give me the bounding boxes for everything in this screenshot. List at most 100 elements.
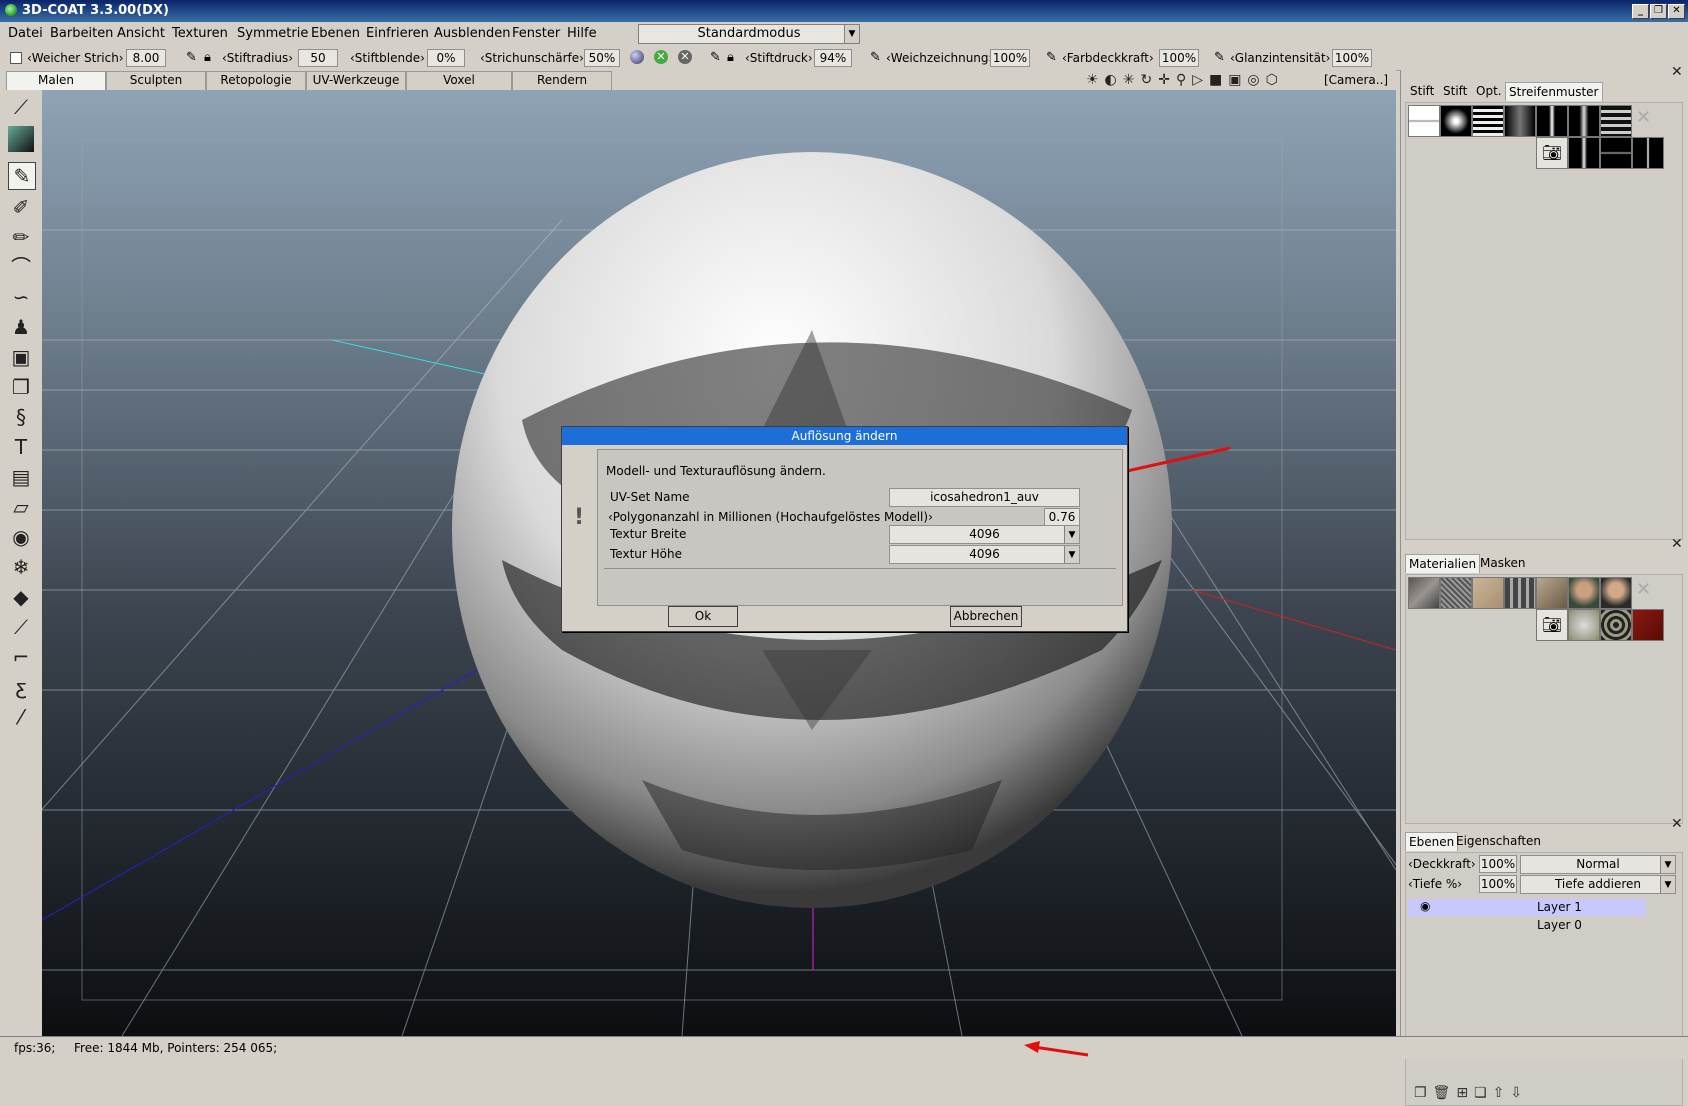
close-button[interactable]: ✕ [1668,4,1685,19]
blend-mode-select[interactable]: Normal ▼ [1520,855,1676,874]
material-thumb[interactable] [1568,577,1600,609]
transform-icon[interactable]: ▣ [8,344,34,370]
fill-icon[interactable]: ▤ [8,464,34,490]
ruler-icon[interactable]: ◆ [8,584,34,610]
menu-hilfe[interactable]: Hilfe [567,26,597,41]
pattern-thumb[interactable] [1600,105,1632,137]
tab-voxel[interactable]: Voxel [406,71,512,91]
menu-ausblenden[interactable]: Ausblenden [434,26,511,41]
view-tools-icons[interactable]: ☀◐✳↻✛⚲▷■▣◎⬡ [1086,72,1284,88]
menu-datei[interactable]: Datei [8,26,43,41]
menu-barbeiten[interactable]: Barbeiten [50,26,113,41]
stroke-sharpness-value[interactable]: 50% [584,49,620,67]
pattern-thumb[interactable] [1408,105,1440,137]
soft-stroke-checkbox[interactable] [10,52,22,64]
lock-icon[interactable]: 🔒︎ [727,50,741,65]
tab-eigenschaften[interactable]: Eigenschaften [1453,832,1544,850]
pattern-thumb[interactable] [1440,105,1472,137]
text-icon[interactable]: T [8,434,34,460]
layer-opacity-value[interactable]: 100% [1479,855,1517,873]
material-thumb[interactable] [1536,577,1568,609]
gray-x-icon[interactable]: ✕ [678,50,692,64]
mode-select[interactable]: Standardmodus ▼ [638,24,860,44]
material-thumb[interactable] [1600,577,1632,609]
delete-icon[interactable]: ✕ [1636,579,1651,600]
material-thumb[interactable] [1600,609,1632,641]
iron-icon[interactable]: ⌐ [8,644,34,670]
stamp-icon[interactable]: ♟ [8,314,34,340]
pattern-thumb[interactable] [1632,137,1664,169]
uvset-input[interactable]: icosahedron1_auv [889,488,1080,507]
material-thumb[interactable] [1472,577,1504,609]
menu-symmetrie[interactable]: Symmetrie [237,26,308,41]
tab-rendern[interactable]: Rendern [512,71,612,91]
pen-blend-value[interactable]: 0% [427,49,465,67]
measure-icon[interactable]: ⁄ [8,704,34,730]
copy-icon[interactable]: ❐ [8,374,34,400]
eye-icon[interactable]: ◉ [8,524,34,550]
pattern-thumb[interactable] [1504,105,1536,137]
pattern-thumb[interactable] [1472,105,1504,137]
tab-malen[interactable]: Malen [6,71,106,91]
smudge-icon[interactable]: ⌒ [8,254,34,280]
depth-mode-select[interactable]: Tiefe addieren ▼ [1520,875,1676,894]
pattern-thumb[interactable] [1568,105,1600,137]
green-x-icon[interactable]: ✕ [654,50,668,64]
menu-einfrieren[interactable]: Einfrieren [366,26,429,41]
color-opacity-value[interactable]: 100% [1159,49,1199,67]
material-thumb[interactable] [1568,609,1600,641]
material-thumb[interactable] [1632,609,1664,641]
tab-stift-2[interactable]: Stift [1440,82,1470,100]
tab-sculpten[interactable]: Sculpten [106,71,206,91]
tab-opt[interactable]: Opt. [1473,82,1505,100]
close-icon[interactable]: ✕ [1671,64,1683,80]
close-icon[interactable]: ✕ [1671,536,1683,552]
tab-uv-werkzeuge[interactable]: UV-Werkzeuge [306,71,406,91]
material-thumb[interactable] [1504,577,1536,609]
texture-height-select[interactable]: 4096 ▼ [889,545,1080,564]
close-icon[interactable]: ✕ [1671,816,1683,832]
airbrush-icon[interactable]: ✐ [8,194,34,220]
tab-materialien[interactable]: Materialien [1405,554,1481,573]
tab-stift-1[interactable]: Stift [1407,82,1437,100]
texture-width-select[interactable]: 4096 ▼ [889,525,1080,544]
softening-value[interactable]: 100% [990,49,1030,67]
tab-streifenmuster[interactable]: Streifenmuster [1505,82,1603,101]
butterfly-icon[interactable]: ƹ [8,674,34,700]
minimize-button[interactable]: _ [1632,4,1649,19]
lock-icon[interactable]: 🔒︎ [204,50,218,65]
layer-row[interactable]: ◉ Layer 1 [1408,899,1646,916]
camera-icon[interactable]: 📷︎ [1536,137,1568,169]
pencil-icon[interactable]: ✏ [8,224,34,250]
material-preview-icon[interactable] [8,126,34,152]
eraser-icon[interactable]: ▱ [8,494,34,520]
blur-icon[interactable]: ∽ [8,284,34,310]
camera-select[interactable]: [Camera..] [1324,73,1388,87]
freeze-icon[interactable]: ❄ [8,554,34,580]
pen-radius-value[interactable]: 50 [298,49,338,67]
menu-texturen[interactable]: Texturen [172,26,228,41]
paint-brush-icon[interactable]: ✎ [8,162,36,190]
restore-button[interactable]: ❐ [1650,4,1667,19]
menu-ebenen[interactable]: Ebenen [311,26,360,41]
material-sphere-icon[interactable] [630,50,644,64]
eyedropper-icon[interactable]: ⟋ [8,614,34,640]
pen-pressure-value[interactable]: 94% [814,49,852,67]
ok-button[interactable]: Ok [668,606,738,627]
pattern-thumb[interactable] [1568,137,1600,169]
delete-icon[interactable]: ✕ [1636,107,1651,128]
pattern-thumb[interactable] [1536,105,1568,137]
pattern-thumb[interactable] [1600,137,1632,169]
soft-stroke-value[interactable]: 8.00 [126,49,166,67]
layer-actions-icons[interactable]: ❐🗑︎⊞❏⇧⇩ [1414,1085,1528,1101]
material-thumb[interactable] [1440,577,1472,609]
tab-masken[interactable]: Masken [1477,554,1528,572]
camera-icon[interactable]: 📷︎ [1536,609,1568,641]
tab-ebenen[interactable]: Ebenen [1405,832,1459,851]
brush-stroke-icon[interactable]: ⟋ [8,94,34,120]
layer-row[interactable]: Layer 0 [1408,917,1646,934]
curve-icon[interactable]: § [8,404,34,430]
depth-value[interactable]: 100% [1479,875,1517,893]
material-thumb[interactable] [1408,577,1440,609]
gloss-value[interactable]: 100% [1332,49,1372,67]
